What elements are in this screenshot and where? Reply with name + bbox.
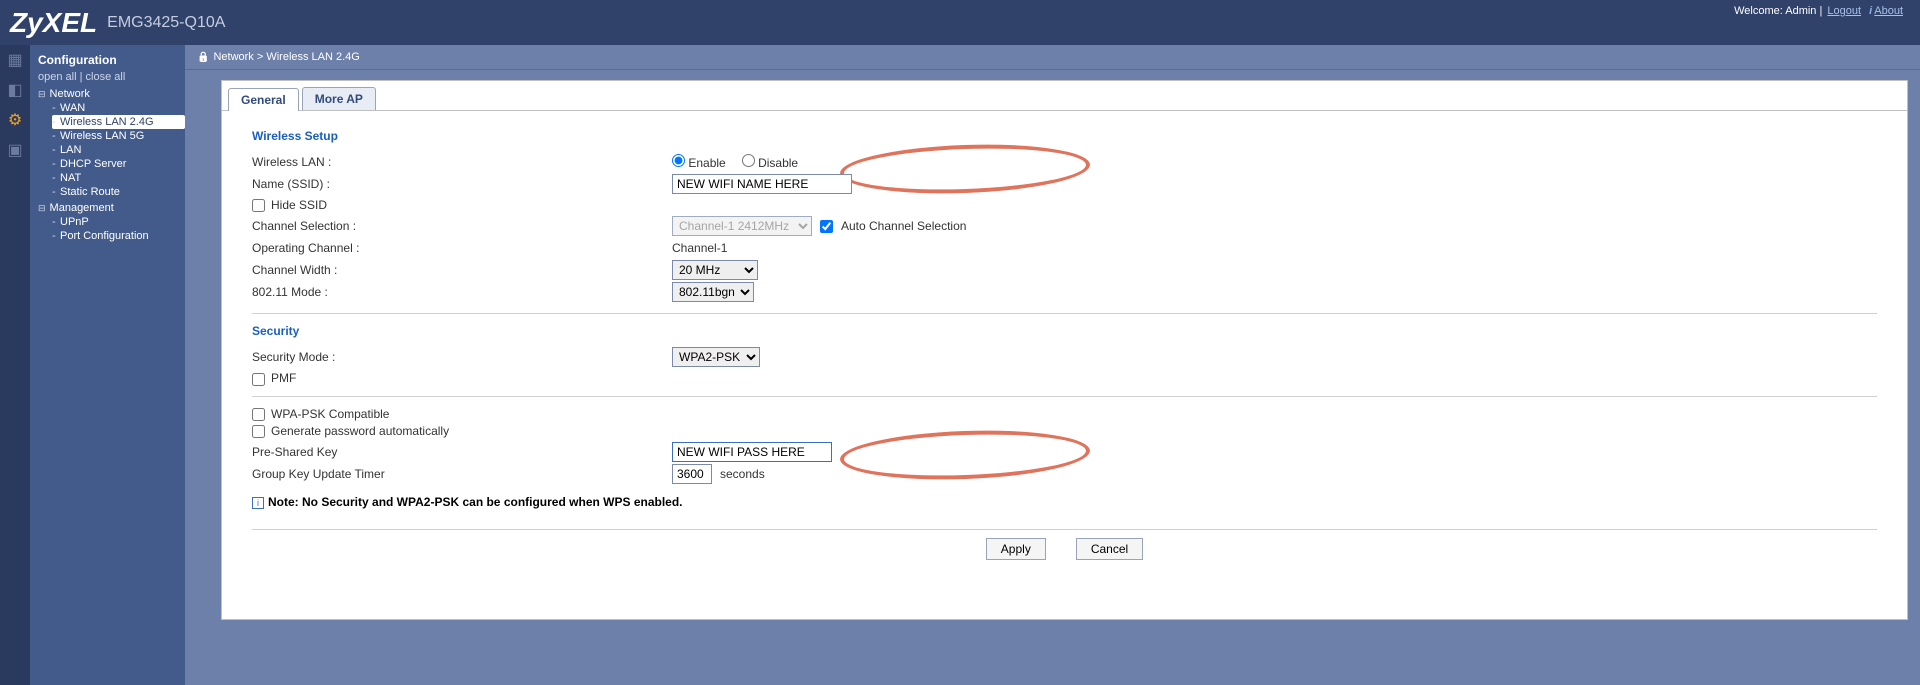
radio-disable-label[interactable]: Disable — [742, 154, 798, 170]
brand-logo: ZyXEL — [10, 7, 97, 39]
dashboard-icon[interactable]: ▦ — [0, 45, 30, 75]
header-right: Welcome: Admin | Logout iAbout — [1734, 5, 1905, 17]
apply-button[interactable]: Apply — [986, 538, 1046, 560]
configuration-gear-icon[interactable]: ⚙ — [0, 105, 30, 135]
label-pmf: PMF — [271, 371, 296, 385]
about-icon: i — [1866, 5, 1872, 17]
sidebar-actions: open all | close all — [38, 71, 185, 83]
close-all-link[interactable]: close all — [86, 71, 126, 83]
checkbox-pmf[interactable] — [252, 373, 265, 386]
label-hide-ssid: Hide SSID — [271, 198, 327, 212]
label-wireless-lan: Wireless LAN : — [252, 155, 672, 169]
input-gkut[interactable] — [672, 464, 712, 484]
tabs: General More AP — [222, 81, 1907, 111]
input-ssid[interactable] — [672, 174, 852, 194]
select-channel-width[interactable]: 20 MHz — [672, 260, 758, 280]
about-link[interactable]: About — [1874, 5, 1903, 17]
nav-nat[interactable]: NAT — [52, 171, 185, 185]
label-80211-mode: 802.11 Mode : — [252, 285, 672, 299]
info-icon: i — [252, 497, 264, 509]
section-wireless-setup: Wireless Setup — [252, 129, 1877, 143]
label-operating-channel: Operating Channel : — [252, 241, 672, 255]
nav-sidebar: Configuration open all | close all Netwo… — [30, 45, 185, 685]
nav-static-route[interactable]: Static Route — [52, 185, 185, 199]
tab-general[interactable]: General — [228, 88, 299, 111]
page-body: General More AP Wireless Setup Wireless … — [221, 80, 1908, 620]
select-channel: Channel-1 2412MHz — [672, 216, 812, 236]
label-seconds: seconds — [720, 467, 765, 481]
nav-upnp[interactable]: UPnP — [52, 215, 185, 229]
select-80211-mode[interactable]: 802.11bgn — [672, 282, 754, 302]
sidebar-title: Configuration — [38, 53, 185, 67]
logout-link[interactable]: Logout — [1827, 5, 1861, 17]
label-gen-pass-auto: Generate password automatically — [271, 424, 449, 438]
tab-more-ap[interactable]: More AP — [302, 87, 376, 110]
label-ssid: Name (SSID) : — [252, 177, 672, 191]
radio-enable-label[interactable]: Enable — [672, 154, 726, 170]
select-security-mode[interactable]: WPA2-PSK — [672, 347, 760, 367]
nav-portconfig[interactable]: Port Configuration — [52, 229, 185, 243]
cancel-button[interactable]: Cancel — [1076, 538, 1143, 560]
label-channel-selection: Channel Selection : — [252, 219, 672, 233]
radio-disable[interactable] — [742, 154, 755, 167]
breadcrumb: Network > Wireless LAN 2.4G — [185, 45, 1920, 70]
nav-wan[interactable]: WAN — [52, 101, 185, 115]
checkbox-gen-pass-auto[interactable] — [252, 425, 265, 438]
monitor-icon[interactable]: ◧ — [0, 75, 30, 105]
model-name: EMG3425-Q10A — [107, 14, 225, 32]
input-psk[interactable] — [672, 442, 832, 462]
nav-wlan-5g[interactable]: Wireless LAN 5G — [52, 129, 185, 143]
checkbox-auto-channel[interactable] — [820, 220, 833, 233]
label-gkut: Group Key Update Timer — [252, 467, 672, 481]
nav-wlan-24g[interactable]: Wireless LAN 2.4G — [52, 115, 185, 129]
nav-section-management[interactable]: Management — [38, 201, 185, 215]
maintenance-icon[interactable]: ▣ — [0, 135, 30, 165]
checkbox-hide-ssid[interactable] — [252, 199, 265, 212]
value-operating-channel: Channel-1 — [672, 241, 727, 255]
nav-lan[interactable]: LAN — [52, 143, 185, 157]
nav-dhcp[interactable]: DHCP Server — [52, 157, 185, 171]
label-channel-width: Channel Width : — [252, 263, 672, 277]
lock-icon — [197, 51, 213, 63]
label-psk: Pre-Shared Key — [252, 445, 672, 459]
note-row: iNote: No Security and WPA2-PSK can be c… — [252, 495, 1877, 509]
settings-panel: Wireless Setup Wireless LAN : Enable Dis… — [222, 111, 1907, 570]
icon-sidebar: ▦ ◧ ⚙ ▣ — [0, 45, 30, 685]
nav-section-network[interactable]: Network — [38, 87, 185, 101]
top-header: ZyXEL EMG3425-Q10A Welcome: Admin | Logo… — [0, 0, 1920, 45]
label-wpa-psk-compat: WPA-PSK Compatible — [271, 407, 389, 421]
label-auto-channel: Auto Channel Selection — [841, 219, 966, 233]
checkbox-wpa-psk-compat[interactable] — [252, 408, 265, 421]
label-security-mode: Security Mode : — [252, 350, 672, 364]
content-area: Network > Wireless LAN 2.4G General More… — [185, 45, 1920, 685]
welcome-text: Welcome: Admin | — [1734, 5, 1822, 17]
radio-enable[interactable] — [672, 154, 685, 167]
section-security: Security — [252, 324, 1877, 338]
open-all-link[interactable]: open all — [38, 71, 77, 83]
